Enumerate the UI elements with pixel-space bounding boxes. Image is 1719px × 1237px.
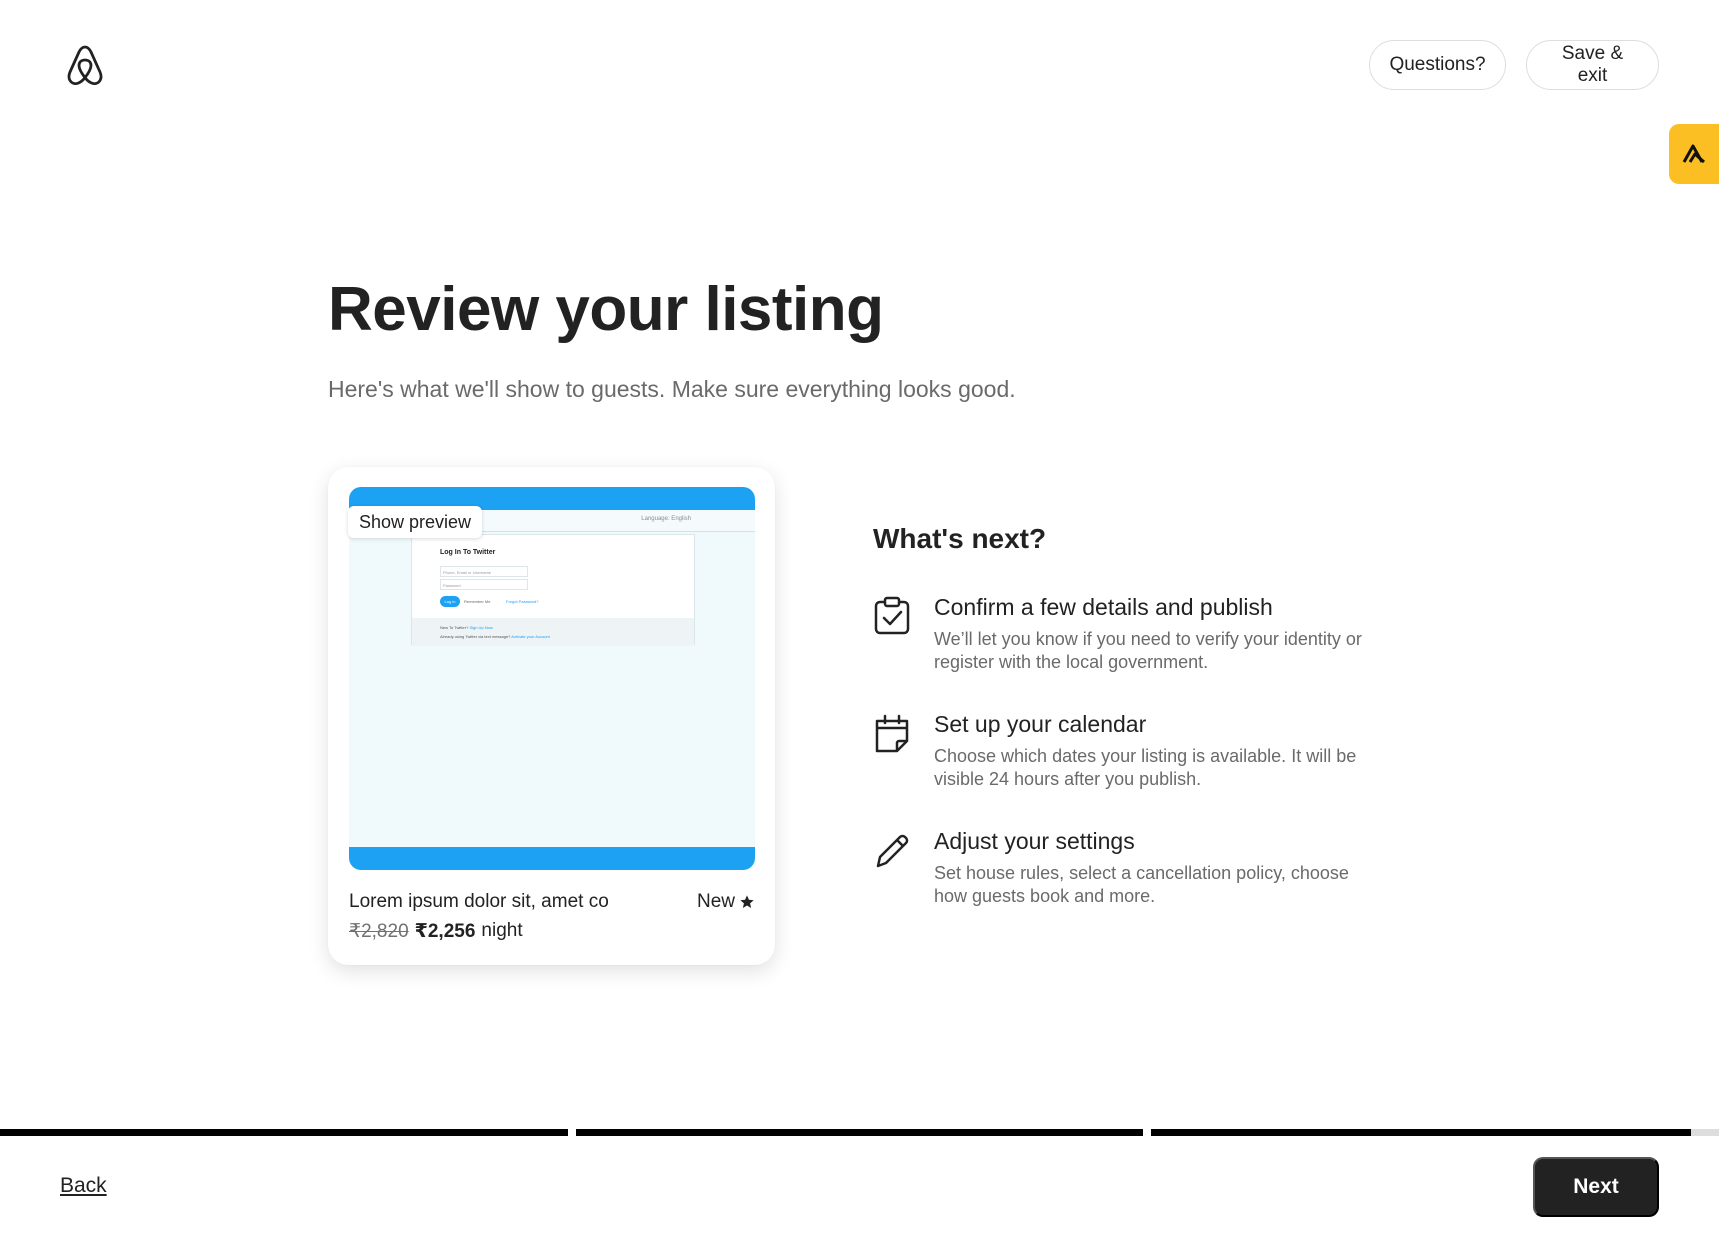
page-subtitle: Here's what we'll show to guests. Make s…	[328, 376, 1016, 402]
show-preview-button[interactable]: Show preview	[348, 506, 483, 538]
listing-preview-card[interactable]: Language: English Log In To Twitter Phon…	[328, 467, 775, 965]
whats-next-heading: What's next?	[873, 523, 1047, 554]
photo-login-box: Log In To Twitter Phone, Email or Userna…	[411, 534, 695, 646]
listing-price: ₹2,820 ₹2,256 night	[349, 920, 523, 943]
step-description: Choose which dates your listing is avail…	[934, 746, 1357, 789]
photo-forgot-link: Forgot Password?	[506, 599, 539, 604]
listing-photo: Language: English Log In To Twitter Phon…	[349, 487, 755, 870]
pencil-icon	[873, 830, 911, 870]
step-description: We’ll let you know if you need to verify…	[934, 629, 1362, 672]
progress-segment	[1151, 1129, 1719, 1136]
photo-username-field: Phone, Email or Username	[440, 566, 528, 577]
photo-password-field: Password	[440, 579, 528, 590]
step-description: Set house rules, select a cancellation p…	[934, 863, 1349, 906]
back-link[interactable]: Back	[60, 1174, 107, 1198]
clipboard-check-icon	[873, 596, 911, 636]
original-price: ₹2,820	[349, 921, 409, 942]
listing-title: Lorem ipsum dolor sit, amet co	[349, 891, 609, 912]
progress-bar	[0, 1129, 1719, 1136]
listing-rating: New	[697, 891, 755, 913]
step-title: Adjust your settings	[934, 828, 1135, 854]
price-unit: night	[481, 920, 523, 941]
page-title: Review your listing	[328, 275, 884, 344]
save-exit-button[interactable]: Save & exit	[1526, 40, 1659, 90]
calendar-icon	[873, 713, 911, 753]
progress-segment	[575, 1129, 1144, 1136]
questions-button[interactable]: Questions?	[1369, 40, 1506, 90]
extension-logo-icon[interactable]	[1669, 124, 1719, 184]
photo-footer-line: New To Twitter? Sign Up Now	[440, 625, 493, 630]
progress-segment	[0, 1129, 568, 1136]
photo-remember-text: Remember Me	[464, 599, 491, 604]
photo-bottom-bar	[349, 847, 755, 870]
rating-label: New	[696, 891, 735, 912]
next-button[interactable]: Next	[1533, 1157, 1659, 1217]
star-icon	[740, 895, 754, 908]
step-title: Set up your calendar	[934, 711, 1147, 737]
photo-login-title: Log In To Twitter	[440, 549, 496, 556]
photo-login-footer: New To Twitter? Sign Up Now Already usin…	[412, 618, 694, 646]
airbnb-logo-icon[interactable]	[66, 44, 104, 86]
discounted-price: ₹2,256	[414, 921, 476, 942]
photo-login-button: Log in	[440, 596, 460, 607]
photo-footer-line: Already using Twitter via text message? …	[440, 634, 550, 639]
photo-language-text: Language: English	[641, 516, 691, 522]
step-title: Confirm a few details and publish	[934, 594, 1273, 620]
